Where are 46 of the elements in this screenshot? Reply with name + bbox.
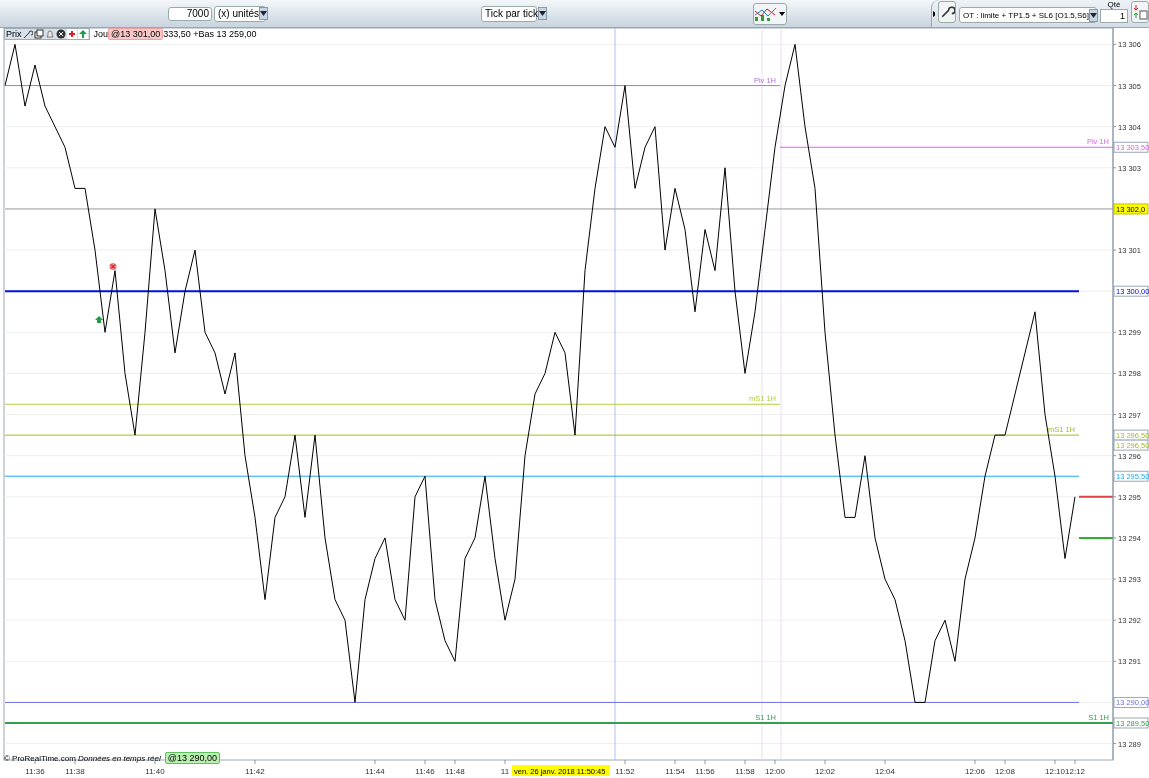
order-badge[interactable]: @13 290,00: [164, 752, 220, 764]
axis-label: 11: [500, 767, 510, 776]
price-label: Prix: [6, 28, 22, 39]
dropdown-caret-icon[interactable]: [537, 7, 547, 20]
cross-marker-icon: [109, 263, 117, 270]
up-arrow-icon: [95, 316, 103, 323]
units-select[interactable]: (x) unités: [214, 5, 266, 22]
axis-label: 12:02: [815, 767, 835, 776]
axis-label: 11:54: [665, 767, 685, 776]
quantity-field[interactable]: 1: [1100, 9, 1128, 23]
axis-label: 12:12: [1065, 767, 1085, 776]
info-text: Jou: [93, 28, 108, 39]
order-type-select[interactable]: OT : limite + TP1.5 + SL6 [O1.5,S6]: [959, 7, 1097, 23]
caret-icon: [779, 11, 785, 16]
axis-label: 11:44: [365, 767, 385, 776]
wrench-icon[interactable]: [22, 28, 33, 39]
quantity-label: Qté: [1107, 0, 1121, 9]
chart-type-button[interactable]: [753, 2, 787, 25]
bid-price-line: [1078, 536, 1114, 539]
axis-label: 11:38: [65, 767, 85, 776]
order-arrows-icon: [1132, 3, 1148, 21]
windows-icon[interactable]: [33, 28, 44, 39]
plus-icon[interactable]: [66, 28, 77, 39]
copyright-text: © ProRealTime.com Données en temps réel: [4, 753, 161, 763]
up-arrow-icon[interactable]: [77, 28, 88, 39]
chart-lines-icon: [754, 5, 778, 22]
axis-label: 11:48: [445, 767, 465, 776]
axis-label: 12:08: [995, 767, 1015, 776]
axis-label: 11:40: [145, 767, 165, 776]
axis-label: 12:00: [765, 767, 785, 776]
order-book-button[interactable]: [1131, 1, 1149, 23]
axis-label: 12:04: [875, 767, 895, 776]
axis-label: 12:10: [1045, 767, 1065, 776]
dropdown-caret-icon[interactable]: [259, 7, 269, 20]
ask-price-line: [1078, 495, 1114, 498]
axis-label: 12:06: [965, 767, 985, 776]
axis-label: 11:36: [25, 767, 45, 776]
axis-label: 11:58: [735, 767, 755, 776]
axis-label: 11:52: [615, 767, 635, 776]
dropdown-caret-icon[interactable]: [1089, 8, 1098, 22]
axis-label: 11:46: [415, 767, 435, 776]
units-field[interactable]: 7000: [168, 6, 212, 21]
close-icon[interactable]: [55, 28, 66, 39]
axis-label: 11:42: [245, 767, 265, 776]
axis-label: 11:56: [695, 767, 715, 776]
info-text: 333,50 +Bas 13 259,00: [163, 28, 257, 39]
